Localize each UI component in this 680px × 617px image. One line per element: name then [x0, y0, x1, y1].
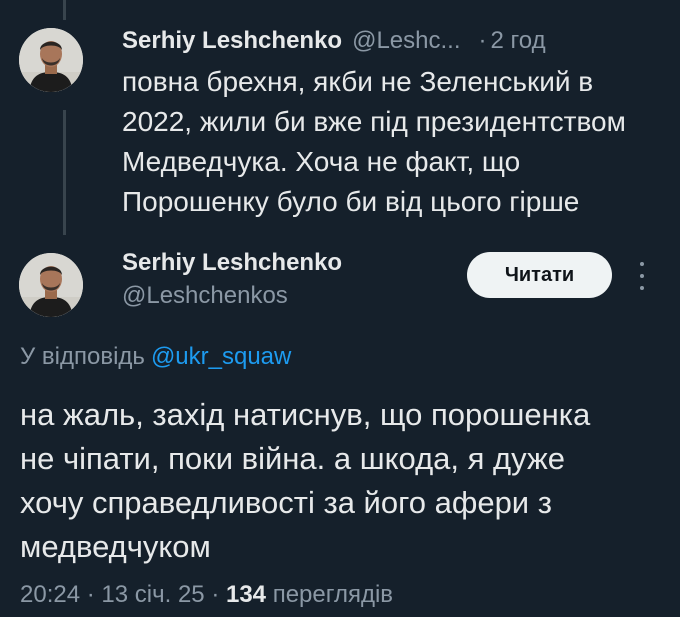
more-dot	[640, 262, 644, 266]
reply-context: У відповідь @ukr_squaw	[20, 340, 291, 374]
more-dot	[640, 286, 644, 290]
tweet-text: на жаль, захід натиснув, що порошенка не…	[20, 397, 591, 564]
author-avatar[interactable]	[19, 253, 83, 317]
tweet-thread: Serhiy Leshchenko @Leshc... · 2 год повн…	[0, 0, 680, 617]
author-block: Serhiy Leshchenko @Leshchenkos	[122, 248, 342, 314]
parent-author-name[interactable]: Serhiy Leshchenko	[122, 27, 342, 55]
meta-separator: ·	[211, 581, 220, 608]
parent-tweet-header: Serhiy Leshchenko @Leshc... · 2 год	[122, 24, 680, 58]
thread-connector-top	[63, 0, 66, 20]
views-count: 134	[225, 581, 267, 608]
thread-connector	[63, 110, 66, 235]
more-vertical-icon[interactable]	[632, 262, 652, 290]
parent-tweet-time[interactable]: 2 год	[491, 27, 546, 55]
tweet-meta: 20:24 · 13 січ. 25 · 134 переглядів	[20, 578, 393, 612]
author-name[interactable]: Serhiy Leshchenko	[122, 248, 342, 278]
author-handle[interactable]: @Leshchenkos	[122, 278, 342, 314]
reply-to-label: У відповідь	[20, 343, 145, 370]
parent-author-avatar[interactable]	[19, 28, 83, 92]
parent-tweet-text: повна брехня, якби не Зеленський в 2022,…	[122, 66, 626, 217]
meta-separator: ·	[86, 581, 95, 608]
more-dot	[640, 274, 644, 278]
follow-button[interactable]: Читати	[467, 252, 612, 298]
views-label: переглядів	[272, 581, 394, 608]
reply-to-handle-link[interactable]: @ukr_squaw	[151, 343, 291, 370]
tweet-time[interactable]: 20:24	[20, 581, 80, 608]
header-separator: ·	[478, 27, 487, 54]
parent-author-handle[interactable]: @Leshc...	[352, 27, 460, 55]
tweet-date[interactable]: 13 січ. 25	[101, 581, 204, 608]
parent-tweet[interactable]: Serhiy Leshchenko @Leshc... · 2 год повн…	[122, 24, 680, 222]
